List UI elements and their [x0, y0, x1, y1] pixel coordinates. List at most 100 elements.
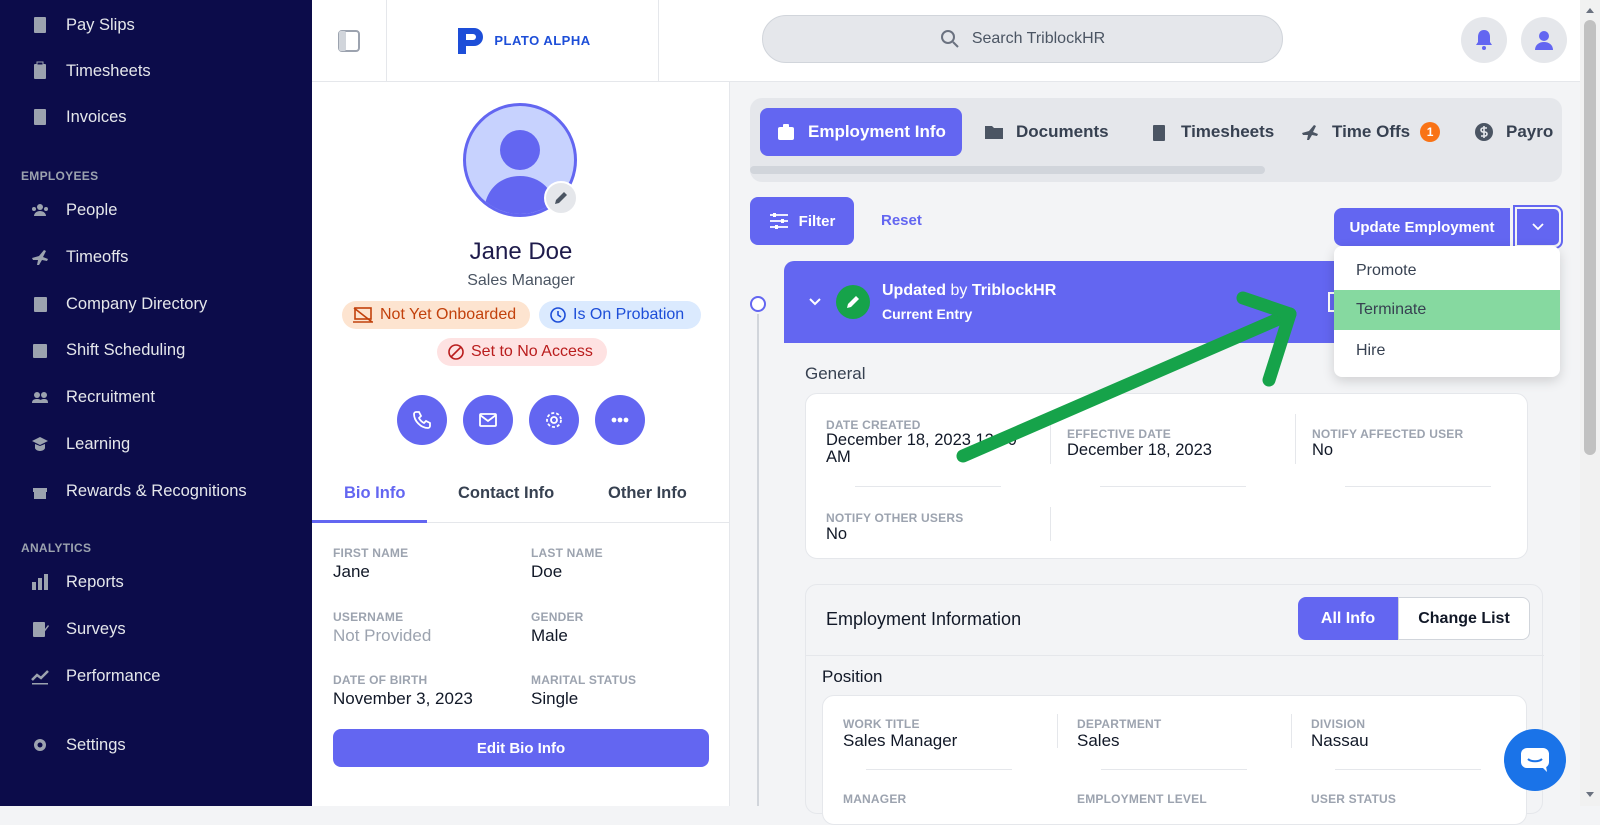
sidebar-item-settings[interactable]: Settings [30, 731, 126, 759]
tab-label: Documents [1016, 122, 1109, 141]
plane-icon [1302, 125, 1318, 140]
main-content: Employment Info Documents Timesheets Tim… [730, 82, 1580, 825]
sidebar-item-pay-slips[interactable]: Pay Slips [30, 11, 135, 39]
sidebar-section-analytics: ANALYTICS [21, 541, 92, 555]
divider [1101, 769, 1247, 770]
all-info-toggle[interactable]: All Info [1298, 597, 1398, 640]
entry-subtitle: Current Entry [882, 306, 973, 322]
scroll-down-icon[interactable] [1586, 792, 1594, 797]
bar-chart-icon [30, 572, 50, 592]
tab-label: Timesheets [1181, 122, 1275, 141]
sidebar-item-company-directory[interactable]: Company Directory [30, 290, 207, 318]
scroll-up-icon[interactable] [1586, 8, 1594, 13]
more-button[interactable] [595, 395, 645, 445]
divider [1057, 714, 1058, 748]
division-label: DIVISION [1311, 717, 1366, 731]
username-value: Not Provided [333, 626, 432, 645]
onboarding-status-badge: Not Yet Onboarded [342, 301, 530, 329]
sidebar-item-reports[interactable]: Reports [30, 568, 124, 596]
sidebar-item-label: Timeoffs [66, 247, 129, 266]
clock-icon [550, 307, 566, 323]
sidebar-item-label: Reports [66, 572, 124, 591]
clipboard-icon [30, 61, 50, 81]
logo[interactable]: PLATO ALPHA [387, 0, 659, 81]
badge-label: Set to No Access [471, 343, 593, 360]
sidebar-item-performance[interactable]: Performance [30, 662, 160, 690]
people-icon [30, 200, 50, 220]
entry-author: TriblockHR [971, 282, 1057, 299]
username-label: USERNAME [333, 610, 404, 624]
change-list-toggle[interactable]: Change List [1398, 597, 1530, 640]
marital-status-value: Single [531, 689, 579, 708]
sidebar-item-label: Learning [66, 434, 131, 453]
divider [1291, 714, 1292, 748]
reset-link[interactable]: Reset [881, 212, 922, 229]
tab-other-info[interactable]: Other Info [608, 484, 687, 503]
ban-icon [448, 344, 464, 360]
department-value: Sales [1077, 731, 1120, 750]
pencil-icon [847, 296, 859, 308]
department-label: DEPARTMENT [1077, 717, 1162, 731]
employment-info-heading: Employment Information [826, 609, 1022, 629]
tabs-scrollbar[interactable] [750, 166, 1265, 174]
gender-label: GENDER [531, 610, 584, 624]
update-employment-dropdown-toggle[interactable] [1513, 205, 1563, 249]
sidebar-item-timesheets[interactable]: Timesheets [30, 57, 151, 85]
notify-other-label: NOTIFY OTHER USERS [826, 511, 964, 525]
sidebar-toggle-button[interactable] [312, 0, 387, 81]
dob-label: DATE OF BIRTH [333, 673, 428, 687]
dollar-icon [1475, 123, 1493, 141]
plato-logo-icon [458, 27, 484, 54]
sidebar-item-shift-scheduling[interactable]: Shift Scheduling [30, 336, 185, 364]
user-menu-button[interactable] [1521, 17, 1567, 63]
last-name-label: LAST NAME [531, 546, 603, 560]
effective-date-label: EFFECTIVE DATE [1067, 427, 1171, 441]
sidebar-item-learning[interactable]: Learning [30, 430, 130, 458]
tab-bio-info[interactable]: Bio Info [344, 484, 405, 503]
search-input[interactable]: Search TriblockHR [762, 15, 1283, 63]
call-button[interactable] [397, 395, 447, 445]
menu-item-promote[interactable]: Promote [1334, 252, 1560, 290]
menu-item-terminate[interactable]: Terminate [1334, 290, 1560, 330]
profile-title: Sales Manager [467, 272, 575, 289]
edit-bio-info-button[interactable]: Edit Bio Info [333, 729, 709, 767]
pencil-icon [555, 192, 567, 204]
timeline-line [757, 314, 759, 806]
tab-contact-info[interactable]: Contact Info [458, 484, 554, 503]
tab-label: Time Offs [1332, 122, 1411, 141]
sidebar-item-people[interactable]: People [30, 196, 117, 224]
sidebar-item-invoices[interactable]: Invoices [30, 103, 127, 131]
notifications-button[interactable] [1461, 17, 1507, 63]
filter-button[interactable]: Filter [750, 197, 854, 245]
panel-toggle-icon [338, 29, 360, 52]
sliders-icon [769, 213, 788, 229]
tab-time-offs[interactable]: Time Offs 1 [1300, 108, 1441, 156]
tab-payroll[interactable]: Payro [1474, 108, 1553, 156]
manager-label: MANAGER [843, 792, 907, 806]
scrollbar-thumb[interactable] [1584, 20, 1596, 455]
sidebar-item-label: Company Directory [66, 294, 208, 313]
divider [806, 655, 1544, 656]
page-scrollbar[interactable] [1580, 0, 1600, 806]
tab-documents[interactable]: Documents [984, 108, 1109, 156]
settings-button[interactable] [529, 395, 579, 445]
email-button[interactable] [463, 395, 513, 445]
sidebar-item-timeoffs[interactable]: Timeoffs [30, 243, 128, 271]
menu-item-hire[interactable]: Hire [1334, 332, 1560, 370]
entry-by: by [950, 282, 968, 299]
edit-avatar-button[interactable] [544, 181, 578, 215]
sidebar-item-label: Performance [66, 666, 161, 685]
gear-icon [30, 735, 50, 755]
chat-bubble-icon [1521, 748, 1549, 772]
sidebar-item-label: Invoices [66, 107, 127, 126]
update-employment-button[interactable]: Update Employment [1334, 208, 1510, 246]
divider [1335, 769, 1481, 770]
chevron-down-icon[interactable] [808, 295, 822, 309]
sidebar-item-recruitment[interactable]: Recruitment [30, 383, 155, 411]
bell-icon [1476, 30, 1492, 50]
chat-button[interactable] [1504, 729, 1566, 791]
sidebar-item-surveys[interactable]: Surveys [30, 615, 126, 643]
tab-timesheets[interactable]: Timesheets [1149, 108, 1274, 156]
sidebar-item-rewards[interactable]: Rewards & Recognitions [30, 477, 247, 505]
tab-employment-info[interactable]: Employment Info [760, 108, 962, 156]
